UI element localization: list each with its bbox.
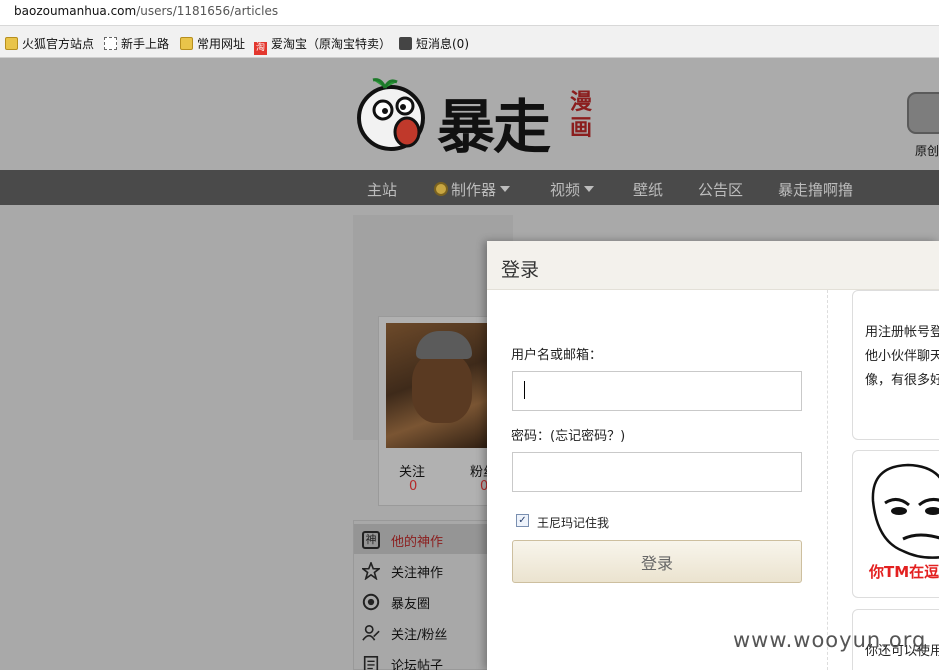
register-info-box: 用注册帐号登 他小伙伴聊天 像，有很多好 [852, 290, 939, 440]
avatar-face [412, 353, 472, 423]
nav-item-wallpaper[interactable]: 壁纸 [633, 179, 663, 200]
text-cursor [524, 381, 525, 399]
menu-item-followed-works[interactable]: 关注神作 [354, 555, 494, 585]
password-input[interactable] [512, 452, 802, 492]
avatar-cap [416, 331, 472, 359]
stat-following-value[interactable]: 0 [409, 479, 417, 494]
nav-item-lol[interactable]: 暴走撸啊撸 [778, 179, 853, 200]
maker-icon [434, 182, 448, 196]
folder-icon [180, 37, 193, 50]
menu-item-label: 关注/粉丝 [391, 628, 448, 643]
message-icon [399, 37, 412, 50]
menu-item-his-works[interactable]: 神 他的神作 [354, 524, 494, 554]
url-text[interactable]: baozoumanhua.com/users/1181656/articles [14, 4, 278, 18]
circle-icon [362, 593, 380, 611]
remember-label[interactable]: 王尼玛记住我 [537, 514, 609, 531]
menu-item-label: 暴友圈 [391, 597, 431, 612]
username-label: 用户名或邮箱： [511, 348, 603, 363]
dashed-page-icon [104, 37, 117, 50]
original-label[interactable]: 原创 [915, 142, 939, 159]
password-label[interactable]: 密码：(忘记密码？) [511, 425, 625, 444]
logo-face-icon[interactable] [355, 76, 431, 152]
profile-menu: 神 他的神作 关注神作 暴友圈 关注/粉丝 论坛帖子 [353, 520, 494, 670]
shen-icon: 神 [362, 531, 380, 549]
url-bar[interactable]: baozoumanhua.com/users/1181656/articles [0, 0, 939, 26]
avatar[interactable] [386, 323, 490, 448]
menu-item-forum-posts[interactable]: 论坛帖子 [354, 648, 494, 670]
menu-item-label: 论坛帖子 [391, 659, 444, 670]
bookmark-common[interactable]: 常用网址 [180, 35, 245, 52]
rage-face-icon [871, 463, 939, 559]
nav-item-video[interactable]: 视频 [550, 179, 595, 200]
rage-caption: 你TM在逗 [869, 563, 939, 581]
bookmark-firefox[interactable]: 火狐官方站点 [5, 35, 94, 52]
chevron-down-icon [500, 186, 511, 192]
nav-item-announcements[interactable]: 公告区 [698, 179, 743, 200]
bookmark-messages[interactable]: 短消息(0) [399, 35, 469, 52]
site-header: 暴走 漫画 原创 [0, 58, 939, 170]
taobao-icon: 淘 [254, 42, 267, 55]
logo-side-text: 漫画 [570, 90, 593, 141]
login-button[interactable]: 登录 [512, 540, 802, 583]
dialog-divider [827, 290, 828, 670]
bookmarks-toolbar: 火狐官方站点 新手上路 常用网址 淘爱淘宝（原淘宝特卖） 短消息(0) [0, 26, 939, 58]
user-icon [362, 624, 380, 641]
bookmark-newbie[interactable]: 新手上路 [104, 35, 169, 52]
chevron-down-icon [584, 186, 595, 192]
menu-item-friends-circle[interactable]: 暴友圈 [354, 586, 494, 616]
side-text-line: 用注册帐号登 [865, 325, 939, 340]
dialog-title: 登录 [501, 259, 540, 281]
nav-item-home[interactable]: 主站 [367, 179, 397, 200]
folder-icon [5, 37, 18, 50]
login-dialog: 登录 用户名或邮箱： 密码：(忘记密码？) ✓ 王尼玛记住我 登录 用注册帐号登… [487, 241, 939, 670]
side-text-line: 他小伙伴聊天 [865, 349, 939, 364]
rage-face-box: 你TM在逗 [852, 450, 939, 598]
watermark: www.wooyun.org [733, 628, 927, 652]
dialog-header: 登录 [487, 241, 939, 290]
logo-text[interactable]: 暴走 [437, 80, 551, 164]
username-input[interactable] [512, 371, 802, 411]
main-nav: 主站 制作器 视频 壁纸 公告区 暴走撸啊撸 [0, 170, 939, 205]
star-icon [362, 562, 380, 580]
bookmark-taobao[interactable]: 淘爱淘宝（原淘宝特卖） [254, 35, 391, 55]
menu-item-label: 他的神作 [391, 535, 444, 550]
document-icon [363, 655, 379, 670]
original-button[interactable] [907, 92, 939, 134]
remember-checkbox[interactable]: ✓ [516, 514, 529, 527]
side-text-line: 像，有很多好 [865, 373, 939, 388]
menu-item-follow-fans[interactable]: 关注/粉丝 [354, 617, 494, 647]
stat-following-label[interactable]: 关注 [399, 461, 425, 480]
nav-item-maker[interactable]: 制作器 [434, 179, 511, 200]
menu-item-label: 关注神作 [391, 566, 444, 581]
